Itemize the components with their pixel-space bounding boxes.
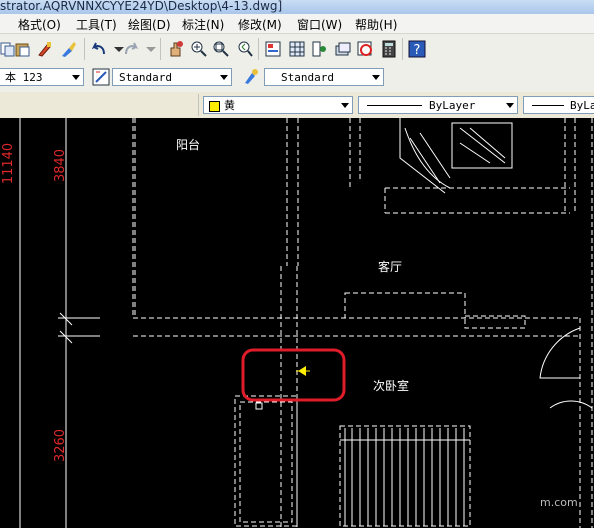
- linetype-preview: [367, 105, 422, 106]
- zoom-window-icon[interactable]: [212, 40, 230, 58]
- stair-hatch: [399, 118, 593, 409]
- room-label-balcony: 阳台: [176, 138, 201, 152]
- calculator-icon[interactable]: [380, 40, 398, 58]
- window-titlebar: strator.AQRVNNXCYYE24YD\Desktop\4-13.dwg…: [0, 0, 594, 15]
- chevron-down-icon: [372, 75, 380, 80]
- color-value: 黄: [224, 99, 235, 112]
- toolbar-separator: [198, 94, 199, 116]
- linetype-value: ByLayer: [429, 99, 476, 112]
- menu-window[interactable]: 窗口(W): [297, 16, 342, 33]
- table-style-select[interactable]: Standard: [264, 68, 384, 86]
- pan-icon[interactable]: [166, 40, 184, 58]
- zoom-previous-icon[interactable]: [236, 40, 254, 58]
- toolbar-separator: [84, 38, 85, 60]
- paste-icon[interactable]: [14, 40, 32, 58]
- highlight-selection-box: [241, 348, 346, 402]
- table-style-value: Standard: [281, 71, 334, 84]
- menu-format[interactable]: 格式(O): [18, 16, 61, 33]
- menu-draw[interactable]: 绘图(D): [128, 16, 171, 33]
- standard-toolbar: ?: [0, 34, 594, 65]
- chevron-down-icon: [220, 75, 228, 80]
- toolbar-separator: [160, 38, 161, 60]
- dim-style-icon[interactable]: [92, 68, 110, 86]
- lineweight-value: ByLa: [570, 99, 594, 112]
- lineweight-preview: [532, 105, 564, 106]
- dim-style-select[interactable]: Standard: [112, 68, 232, 86]
- tool-palettes-icon[interactable]: [310, 40, 328, 58]
- grip-point[interactable]: [255, 402, 263, 410]
- menu-tools[interactable]: 工具(T): [76, 16, 117, 33]
- redo-icon[interactable]: [122, 40, 140, 58]
- styles-toolbar: 本 123 Standard Standard: [0, 64, 594, 93]
- design-center-icon[interactable]: [288, 40, 306, 58]
- room-label-bedroom: 次卧室: [373, 379, 410, 393]
- chevron-down-icon: [72, 75, 80, 80]
- zoom-realtime-icon[interactable]: [190, 40, 208, 58]
- lineweight-select[interactable]: ByLa: [523, 96, 594, 114]
- menu-modify[interactable]: 修改(M): [238, 16, 282, 33]
- markup-icon[interactable]: [356, 40, 374, 58]
- sheet-set-icon[interactable]: [334, 40, 352, 58]
- chevron-down-icon: [341, 103, 349, 108]
- properties-toolbar: 黄 ByLayer ByLa: [0, 92, 594, 119]
- text-style-select[interactable]: 本 123: [0, 68, 84, 86]
- cursor-marker: [296, 366, 310, 376]
- svg-text:?: ?: [414, 43, 421, 58]
- menu-bar: 格式(O) 工具(T) 绘图(D) 标注(N) 修改(M) 窗口(W) 帮助(H…: [0, 14, 594, 34]
- wardrobe-lines: [340, 428, 470, 526]
- room-label-living: 客厅: [378, 260, 403, 274]
- color-swatch: [209, 101, 220, 112]
- window-title: strator.AQRVNNXCYYE24YD\Desktop\4-13.dwg…: [0, 0, 283, 13]
- floor-plan-drawing[interactable]: [0, 118, 594, 528]
- properties-icon[interactable]: [264, 40, 282, 58]
- watermark: m.com: [540, 496, 578, 509]
- text-style-value: 本 123: [5, 71, 43, 84]
- dimension-total: 11140: [1, 142, 17, 185]
- dimension-lower: 3260: [53, 428, 69, 463]
- menu-dimension[interactable]: 标注(N): [182, 16, 224, 33]
- toolbar-separator: [402, 38, 403, 60]
- table-style-icon[interactable]: [242, 68, 260, 86]
- toolbar-separator: [258, 38, 259, 60]
- menu-help[interactable]: 帮助(H): [355, 16, 397, 33]
- linetype-select[interactable]: ByLayer: [358, 96, 518, 114]
- help-icon[interactable]: ?: [408, 40, 426, 58]
- drawing-canvas[interactable]: 11140 3840 3260 阳台 客厅 次卧室 m.com: [0, 118, 594, 528]
- match-properties-icon[interactable]: [60, 40, 78, 58]
- redo-dropdown-icon[interactable]: [142, 40, 160, 58]
- undo-icon[interactable]: [90, 40, 108, 58]
- chevron-down-icon: [506, 103, 514, 108]
- dimension-upper: 3840: [53, 148, 69, 183]
- dim-style-value: Standard: [119, 71, 172, 84]
- brush-icon[interactable]: [36, 40, 54, 58]
- color-select[interactable]: 黄: [203, 96, 353, 114]
